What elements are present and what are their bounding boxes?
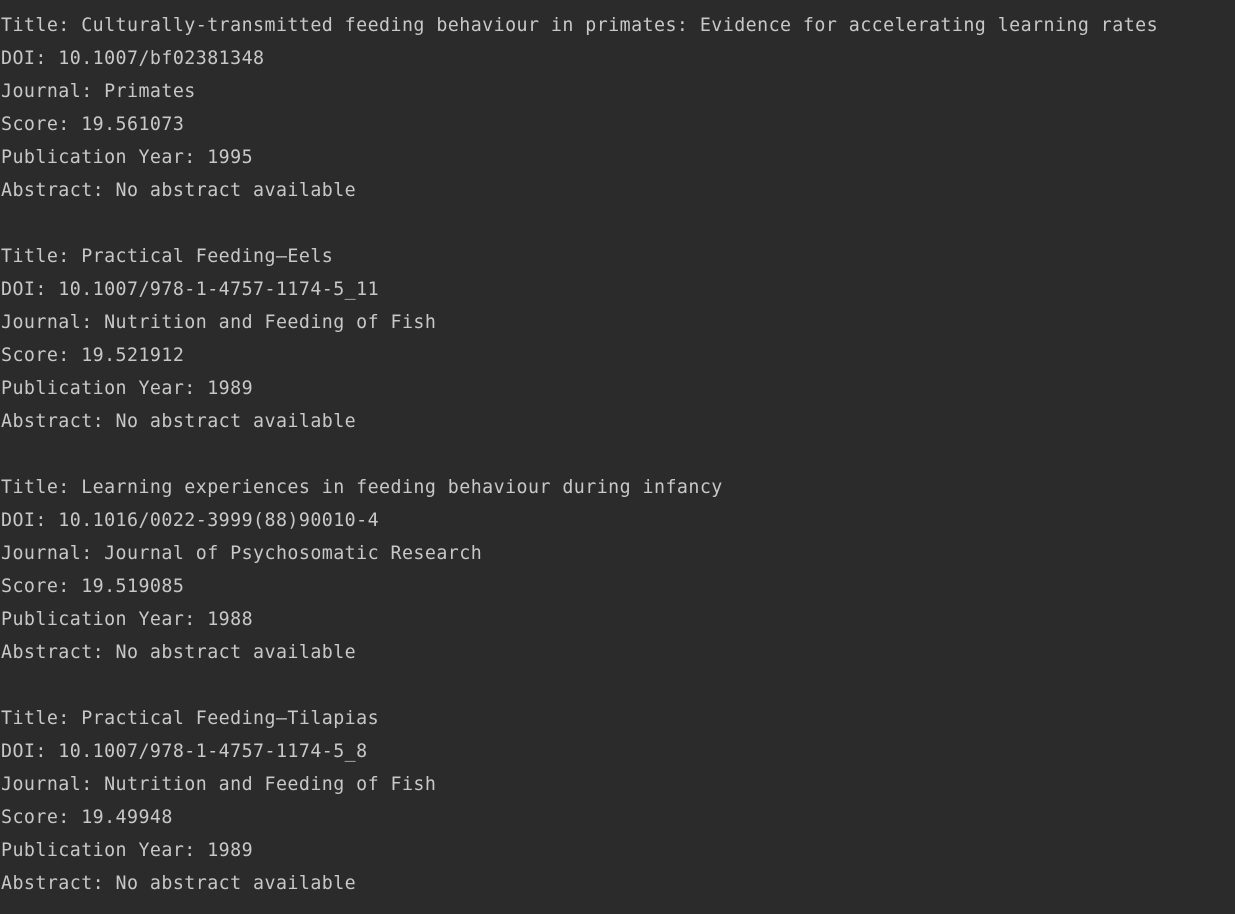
record-year: Publication Year: 1988 xyxy=(1,609,254,630)
record-title: Title: Learning experiences in feeding b… xyxy=(1,477,723,498)
record-score: Score: 19.521912 xyxy=(1,345,185,366)
record-year: Publication Year: 1989 xyxy=(1,840,254,861)
record-year: Publication Year: 1989 xyxy=(1,378,254,399)
record-journal: Journal: Nutrition and Feeding of Fish xyxy=(1,312,437,333)
record-abstract: Abstract: No abstract available xyxy=(1,180,357,201)
record-title: Title: Culturally-transmitted feeding be… xyxy=(1,15,1159,36)
record-doi: DOI: 10.1007/978-1-4757-1174-5_8 xyxy=(1,741,368,762)
record-score: Score: 19.519085 xyxy=(1,576,185,597)
record-doi: DOI: 10.1016/0022-3999(88)90010-4 xyxy=(1,510,380,531)
record-score: Score: 19.49948 xyxy=(1,807,173,828)
record-title: Title: Practical Feeding—Eels xyxy=(1,246,334,267)
record-journal: Journal: Nutrition and Feeding of Fish xyxy=(1,774,437,795)
record-title: Title: Practical Feeding—Tilapias xyxy=(1,708,380,729)
result-record: Title: Culturally-transmitted feeding be… xyxy=(1,9,1235,240)
record-journal: Journal: Journal of Psychosomatic Resear… xyxy=(1,543,483,564)
record-year: Publication Year: 1995 xyxy=(1,147,254,168)
record-doi: DOI: 10.1007/bf02381348 xyxy=(1,48,265,69)
record-abstract: Abstract: No abstract available xyxy=(1,873,357,894)
result-record: Title: Learning experiences in feeding b… xyxy=(1,471,1235,702)
result-record: Title: Practical Feeding—Eels DOI: 10.10… xyxy=(1,240,1235,471)
record-abstract: Abstract: No abstract available xyxy=(1,411,357,432)
console-output: Title: Culturally-transmitted feeding be… xyxy=(0,0,1235,914)
result-record: Title: Practical Feeding—Tilapias DOI: 1… xyxy=(1,702,1235,900)
record-score: Score: 19.561073 xyxy=(1,114,185,135)
record-abstract: Abstract: No abstract available xyxy=(1,642,357,663)
record-journal: Journal: Primates xyxy=(1,81,196,102)
record-doi: DOI: 10.1007/978-1-4757-1174-5_11 xyxy=(1,279,380,300)
